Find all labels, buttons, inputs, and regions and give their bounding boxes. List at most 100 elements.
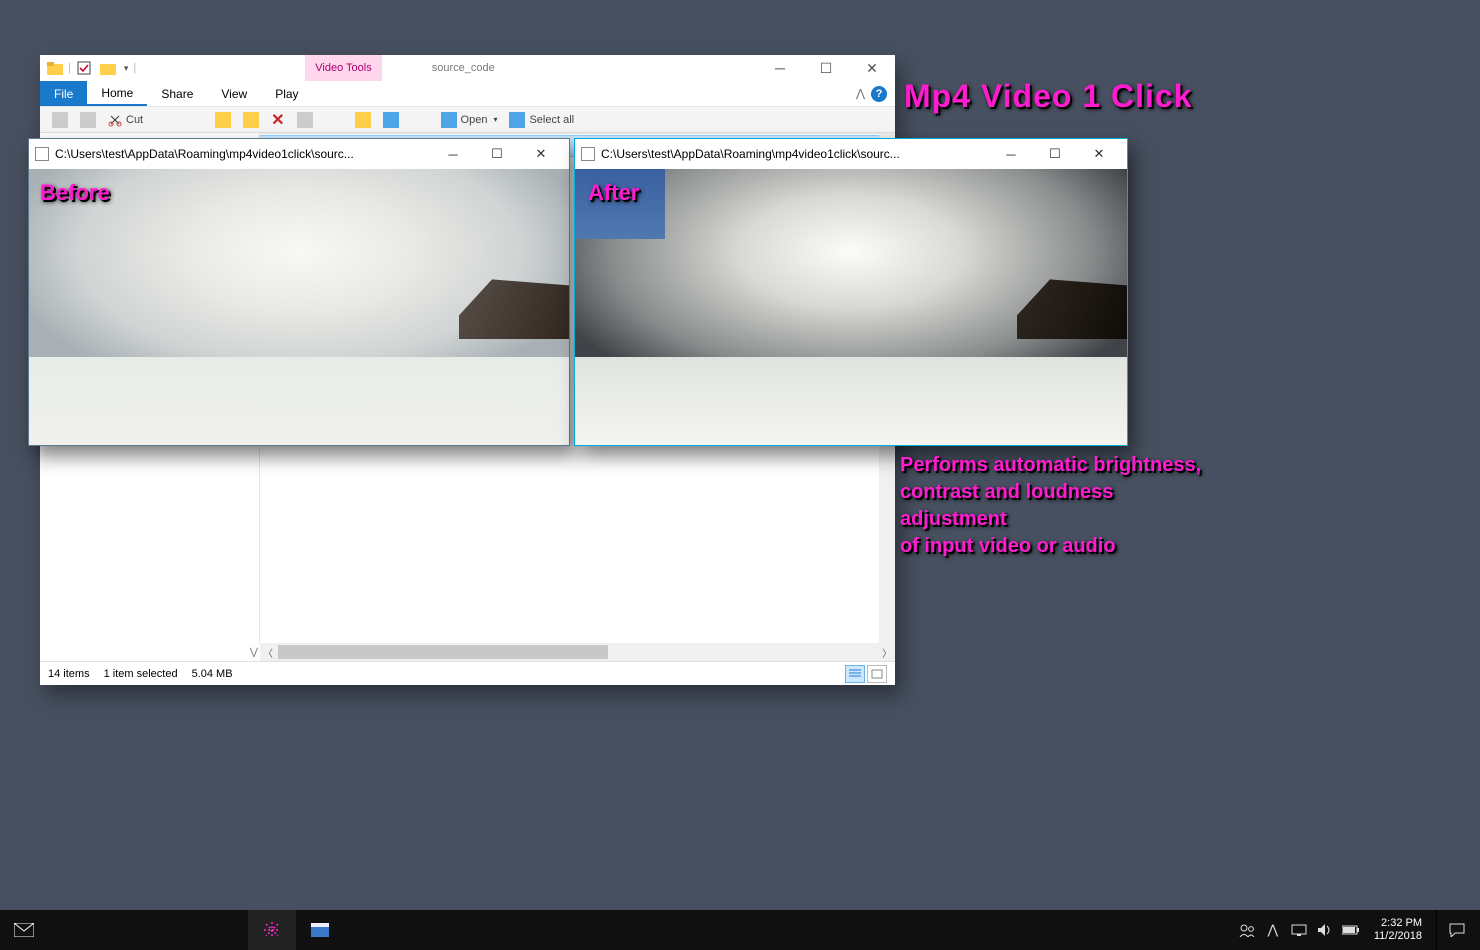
- minimize-button[interactable]: ─: [757, 55, 803, 81]
- thumbnails-view-button[interactable]: [867, 665, 887, 683]
- qat-dropdown-icon[interactable]: ▾: [121, 63, 132, 74]
- folder-icon: [243, 112, 259, 128]
- clock[interactable]: 2:32 PM 11/2/2018: [1368, 917, 1428, 942]
- ribbon-collapse-icon[interactable]: ⋀: [856, 87, 865, 100]
- app-task-button[interactable]: [248, 910, 296, 950]
- scroll-right-icon[interactable]: 〉: [879, 643, 895, 661]
- maximize-button[interactable]: ☐: [803, 55, 849, 81]
- explorer-titlebar[interactable]: | ▾ | Video Tools source_code ─ ☐ ✕: [40, 55, 895, 81]
- contextual-tab-video-tools[interactable]: Video Tools: [305, 55, 381, 81]
- status-items: 14 items: [48, 668, 90, 680]
- video-frame: HEVC / h265 www.h265files.com: [29, 169, 569, 445]
- close-button[interactable]: ✕: [1077, 139, 1121, 169]
- app-icon: [35, 147, 49, 161]
- rename-button[interactable]: [291, 112, 319, 128]
- maximize-button[interactable]: ☐: [475, 139, 519, 169]
- rename-icon: [297, 112, 313, 128]
- player-before-viewport[interactable]: HEVC / h265 www.h265files.com: [29, 169, 569, 445]
- video-player-after: C:\Users\test\AppData\Roaming\mp4video1c…: [574, 138, 1128, 446]
- horizontal-scroll-row: ⋁ 〈 〉: [40, 643, 895, 661]
- app-icon: [581, 147, 595, 161]
- system-tray: ⋀ 2:32 PM 11/2/2018: [1238, 910, 1480, 950]
- folder-icon: [44, 57, 66, 79]
- player-after-titlebar[interactable]: C:\Users\test\AppData\Roaming\mp4video1c…: [575, 139, 1127, 169]
- tab-share[interactable]: Share: [147, 81, 207, 106]
- battery-icon[interactable]: [1342, 925, 1360, 935]
- people-icon[interactable]: [1238, 923, 1256, 937]
- vm-icon[interactable]: [1290, 924, 1308, 936]
- help-icon[interactable]: ?: [871, 86, 887, 102]
- maximize-button[interactable]: ☐: [1033, 139, 1077, 169]
- cut-button[interactable]: Cut: [102, 113, 149, 127]
- overlay-description: Performs automatic brightness, contrast …: [900, 452, 1360, 560]
- tab-file[interactable]: File: [40, 81, 87, 106]
- open-label: Open: [461, 114, 488, 126]
- overlay-before-label: Before: [40, 180, 110, 206]
- video-frame: HEVC / h265 www.h265files.com: [575, 169, 1127, 445]
- details-view-button[interactable]: [845, 665, 865, 683]
- desc-line: adjustment: [900, 506, 1360, 533]
- scroll-left-icon[interactable]: 〈: [260, 643, 276, 661]
- tab-play[interactable]: Play: [261, 81, 312, 106]
- explorer-task-button[interactable]: [296, 910, 344, 950]
- player-after-viewport[interactable]: HEVC / h265 www.h265files.com: [575, 169, 1127, 445]
- pin-button[interactable]: [46, 112, 74, 128]
- volume-icon[interactable]: [1316, 923, 1334, 937]
- window-controls: ─ ☐ ✕: [757, 55, 895, 81]
- delete-icon: ✕: [271, 110, 284, 130]
- watermark: HEVC / h265 www.h265files.com: [589, 394, 717, 425]
- new-folder-icon: [355, 112, 371, 128]
- quick-access-toolbar: | ▾ |: [40, 57, 140, 79]
- minimize-button[interactable]: ─: [431, 139, 475, 169]
- ribbon-tabs: File Home Share View Play ⋀ ?: [40, 81, 895, 107]
- checkbox-properties-icon[interactable]: [73, 57, 95, 79]
- window-title: source_code: [422, 62, 505, 74]
- delete-button[interactable]: ✕: [265, 110, 290, 130]
- taskbar-left: [0, 910, 344, 950]
- player-before-titlebar[interactable]: C:\Users\test\AppData\Roaming\mp4video1c…: [29, 139, 569, 169]
- mail-app-button[interactable]: [0, 910, 48, 950]
- qat-divider: |: [133, 62, 136, 74]
- overlay-after-label: After: [588, 180, 639, 206]
- close-button[interactable]: ✕: [519, 139, 563, 169]
- copy-button[interactable]: [74, 112, 102, 128]
- status-size: 5.04 MB: [192, 668, 233, 680]
- properties-button[interactable]: [377, 112, 405, 128]
- close-button[interactable]: ✕: [849, 55, 895, 81]
- properties-icon: [383, 112, 399, 128]
- tab-home[interactable]: Home: [87, 81, 147, 106]
- player-after-title: C:\Users\test\AppData\Roaming\mp4video1c…: [601, 147, 900, 161]
- tab-view[interactable]: View: [207, 81, 261, 106]
- status-selected: 1 item selected: [104, 668, 178, 680]
- moveto-button[interactable]: [209, 112, 237, 128]
- clock-time: 2:32 PM: [1374, 917, 1422, 930]
- selectall-label: Select all: [529, 114, 574, 126]
- player-before-title: C:\Users\test\AppData\Roaming\mp4video1c…: [55, 147, 354, 161]
- overlay-title: Mp4 Video 1 Click: [904, 78, 1193, 115]
- watermark: HEVC / h265 www.h265files.com: [43, 394, 171, 425]
- open-button[interactable]: Open▾: [435, 112, 504, 128]
- action-center-button[interactable]: [1436, 910, 1476, 950]
- watermark-line1: HEVC / h265: [589, 394, 717, 417]
- folder-new-icon[interactable]: [97, 57, 119, 79]
- tray-overflow-icon[interactable]: ⋀: [1264, 922, 1282, 938]
- copy-icon: [80, 112, 96, 128]
- nav-collapse-icon[interactable]: ⋁: [40, 643, 260, 661]
- copyto-button[interactable]: [237, 112, 265, 128]
- horizontal-scrollbar[interactable]: 〈 〉: [260, 643, 895, 661]
- desc-line: Performs automatic brightness,: [900, 452, 1360, 479]
- cut-label: Cut: [126, 114, 143, 126]
- watermark-line1: HEVC / h265: [43, 394, 171, 417]
- desc-line: contrast and loudness: [900, 479, 1360, 506]
- folder-icon: [215, 112, 231, 128]
- desc-line: of input video or audio: [900, 533, 1360, 560]
- mountain-shape: [459, 279, 569, 339]
- taskbar[interactable]: ⋀ 2:32 PM 11/2/2018: [0, 910, 1480, 950]
- minimize-button[interactable]: ─: [989, 139, 1033, 169]
- qat-divider: |: [68, 62, 71, 74]
- watermark-line2: www.h265files.com: [43, 415, 171, 425]
- selectall-button[interactable]: Select all: [503, 112, 580, 128]
- newfolder-button[interactable]: [349, 112, 377, 128]
- status-bar: 14 items 1 item selected 5.04 MB: [40, 661, 895, 685]
- scrollbar-thumb[interactable]: [278, 645, 608, 659]
